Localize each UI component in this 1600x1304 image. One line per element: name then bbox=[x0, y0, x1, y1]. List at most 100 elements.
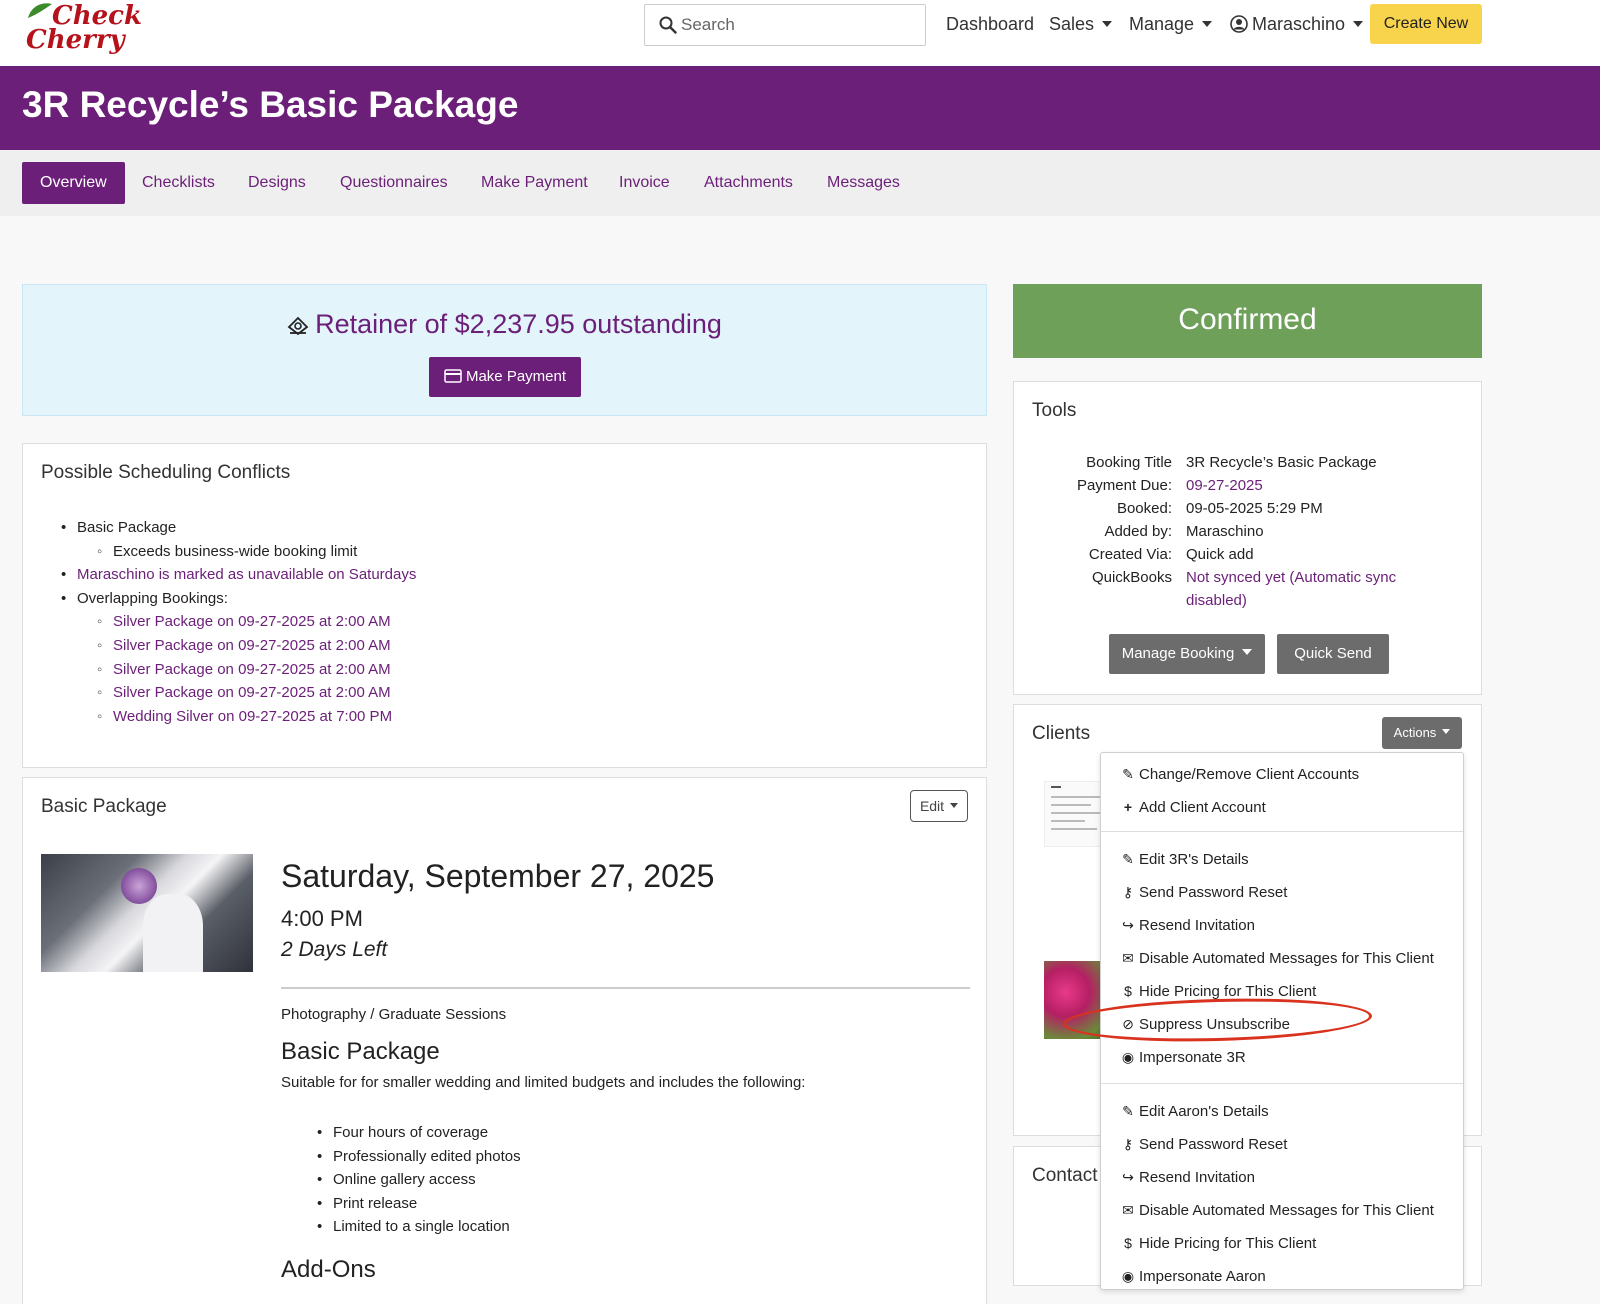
overlap-booking-link[interactable]: Silver Package on 09-27-2025 at 2:00 AM bbox=[77, 658, 416, 682]
make-payment-button[interactable]: Make Payment bbox=[429, 357, 581, 397]
menu-disable-messages-3r[interactable]: ✉ Disable Automated Messages for This Cli… bbox=[1119, 947, 1434, 969]
menu-item-label: Change/Remove Client Accounts bbox=[1139, 766, 1360, 783]
create-new-button[interactable]: Create New bbox=[1370, 4, 1482, 44]
tab-overview[interactable]: Overview bbox=[22, 162, 125, 204]
menu-item-label: Add Client Account bbox=[1139, 799, 1266, 816]
value-created-via: Quick add bbox=[1186, 546, 1254, 563]
tab-attachments[interactable]: Attachments bbox=[686, 162, 811, 204]
menu-item-label: Impersonate Aaron bbox=[1139, 1268, 1266, 1285]
clients-title: Clients bbox=[1032, 723, 1091, 744]
days-left: 2 Days Left bbox=[281, 938, 388, 961]
conflicts-title: Possible Scheduling Conflicts bbox=[41, 462, 291, 483]
quick-send-button[interactable]: Quick Send bbox=[1277, 634, 1389, 674]
edit-dropdown-button[interactable]: Edit bbox=[910, 790, 968, 822]
search-box[interactable] bbox=[644, 4, 926, 46]
menu-divider bbox=[1101, 1083, 1463, 1084]
feature-item: Print release bbox=[317, 1192, 521, 1216]
menu-send-password-reset-3r[interactable]: ⚷ Send Password Reset bbox=[1119, 881, 1288, 903]
menu-impersonate-3r[interactable]: ◉ Impersonate 3R bbox=[1119, 1046, 1246, 1068]
nav-user-label: Maraschino bbox=[1252, 14, 1346, 34]
menu-edit-3r-details[interactable]: ✎ Edit 3R's Details bbox=[1119, 848, 1248, 870]
menu-edit-aaron-details[interactable]: ✎ Edit Aaron's Details bbox=[1119, 1100, 1269, 1122]
conflict-item: Overlapping Bookings: bbox=[61, 587, 416, 611]
menu-item-label: Hide Pricing for This Client bbox=[1139, 1235, 1317, 1252]
chevron-down-icon bbox=[1242, 649, 1253, 655]
pencil-icon: ✎ bbox=[1122, 766, 1134, 782]
tools-title: Tools bbox=[1032, 400, 1077, 421]
user-circle-icon: ◉ bbox=[1121, 1268, 1135, 1284]
tab-questionnaires[interactable]: Questionnaires bbox=[322, 162, 466, 204]
credit-card-icon bbox=[444, 369, 462, 383]
divider bbox=[281, 987, 970, 989]
feature-item: Professionally edited photos bbox=[317, 1145, 521, 1169]
page-title: 3R Recycle’s Basic Package bbox=[22, 84, 519, 125]
search-input[interactable] bbox=[681, 5, 921, 45]
nav-sales-label: Sales bbox=[1049, 14, 1095, 34]
envelope-icon: ✉ bbox=[1122, 1202, 1134, 1218]
value-quickbooks[interactable]: Not synced yet (Automatic sync bbox=[1186, 569, 1396, 586]
retainer-heading: Retainer of $2,237.95 outstanding bbox=[23, 309, 986, 340]
menu-change-remove-clients[interactable]: ✎ Change/Remove Client Accounts bbox=[1119, 763, 1359, 785]
menu-item-label: Edit Aaron's Details bbox=[1139, 1103, 1269, 1120]
checkcherry-logo[interactable]: Check Cherry bbox=[24, 0, 142, 62]
menu-item-label: Disable Automated Messages for This Clie… bbox=[1139, 1202, 1434, 1219]
feature-item: Four hours of coverage bbox=[317, 1121, 521, 1145]
tab-make-payment[interactable]: Make Payment bbox=[463, 162, 606, 204]
event-date: Saturday, September 27, 2025 bbox=[281, 858, 715, 894]
actions-label: Actions bbox=[1393, 725, 1437, 740]
menu-item-label: Send Password Reset bbox=[1139, 884, 1288, 901]
nav-dashboard[interactable]: Dashboard bbox=[946, 14, 1034, 35]
manage-booking-button[interactable]: Manage Booking bbox=[1109, 634, 1265, 674]
nav-manage-label: Manage bbox=[1129, 14, 1195, 34]
nav-manage[interactable]: Manage bbox=[1129, 14, 1213, 35]
menu-resend-invitation-3r[interactable]: ↪ Resend Invitation bbox=[1119, 914, 1255, 936]
package-name: Basic Package bbox=[281, 1038, 440, 1065]
chevron-down-icon bbox=[1102, 21, 1113, 27]
value-booked: 09-05-2025 5:29 PM bbox=[1186, 500, 1323, 517]
feature-item: Online gallery access bbox=[317, 1168, 521, 1192]
menu-add-client[interactable]: + Add Client Account bbox=[1119, 796, 1266, 818]
menu-disable-messages-aaron[interactable]: ✉ Disable Automated Messages for This Cli… bbox=[1119, 1199, 1434, 1221]
value-payment-due[interactable]: 09-27-2025 bbox=[1186, 477, 1263, 494]
overlap-booking-link[interactable]: Silver Package on 09-27-2025 at 2:00 AM bbox=[77, 634, 416, 658]
actions-dropdown-button[interactable]: Actions bbox=[1382, 717, 1462, 749]
dollar-icon: $ bbox=[1124, 1235, 1132, 1251]
label-added-by: Added by: bbox=[1104, 523, 1172, 540]
overlap-booking-link[interactable]: Silver Package on 09-27-2025 at 2:00 AM bbox=[77, 681, 416, 705]
event-photo bbox=[41, 854, 253, 972]
value-quickbooks-cont[interactable]: disabled) bbox=[1186, 592, 1247, 609]
tab-messages[interactable]: Messages bbox=[809, 162, 918, 204]
menu-send-password-reset-aaron[interactable]: ⚷ Send Password Reset bbox=[1119, 1133, 1288, 1155]
menu-hide-pricing-aaron[interactable]: $ Hide Pricing for This Client bbox=[1119, 1232, 1316, 1254]
retainer-text: Retainer of $2,237.95 outstanding bbox=[315, 309, 722, 339]
menu-item-label: Impersonate 3R bbox=[1139, 1049, 1246, 1066]
logo-line2: Cherry bbox=[26, 25, 125, 55]
contacts-title: Contact bbox=[1032, 1165, 1098, 1186]
tab-checklists[interactable]: Checklists bbox=[124, 162, 233, 204]
envelope-icon: ✉ bbox=[1122, 950, 1134, 966]
key-icon: ⚷ bbox=[1122, 884, 1134, 900]
nav-user-menu[interactable]: Maraschino bbox=[1230, 14, 1364, 35]
tab-invoice[interactable]: Invoice bbox=[601, 162, 688, 204]
pencil-icon: ✎ bbox=[1122, 1103, 1134, 1119]
overlap-booking-link[interactable]: Silver Package on 09-27-2025 at 2:00 AM bbox=[77, 610, 416, 634]
menu-resend-invitation-aaron[interactable]: ↪ Resend Invitation bbox=[1119, 1166, 1255, 1188]
addons-heading: Add-Ons bbox=[281, 1256, 376, 1283]
menu-impersonate-aaron[interactable]: ◉ Impersonate Aaron bbox=[1119, 1265, 1266, 1287]
tab-designs[interactable]: Designs bbox=[230, 162, 324, 204]
label-payment-due: Payment Due: bbox=[1076, 477, 1172, 494]
label-booking-title: Booking Title bbox=[1086, 454, 1172, 471]
conflict-link-unavailable[interactable]: Maraschino is marked as unavailable on S… bbox=[61, 563, 416, 587]
chevron-down-icon bbox=[1202, 21, 1213, 27]
nav-sales[interactable]: Sales bbox=[1049, 14, 1113, 35]
overlap-booking-link[interactable]: Wedding Silver on 09-27-2025 at 7:00 PM bbox=[77, 705, 416, 729]
cherry-leaf-icon bbox=[28, 3, 52, 18]
scheduling-conflicts-panel: Possible Scheduling Conflicts Basic Pack… bbox=[22, 443, 987, 768]
menu-item-label: Disable Automated Messages for This Clie… bbox=[1139, 950, 1434, 967]
label-quickbooks: QuickBooks bbox=[1091, 569, 1172, 586]
top-navbar: Check Cherry Dashboard Sales Manage Mara… bbox=[0, 0, 1600, 66]
value-booking-title: 3R Recycle’s Basic Package bbox=[1186, 454, 1377, 471]
retainer-alert: Retainer of $2,237.95 outstanding Make P… bbox=[22, 284, 987, 416]
label-booked: Booked: bbox=[1116, 500, 1172, 517]
conflict-subitem: Exceeds business-wide booking limit bbox=[77, 540, 416, 564]
